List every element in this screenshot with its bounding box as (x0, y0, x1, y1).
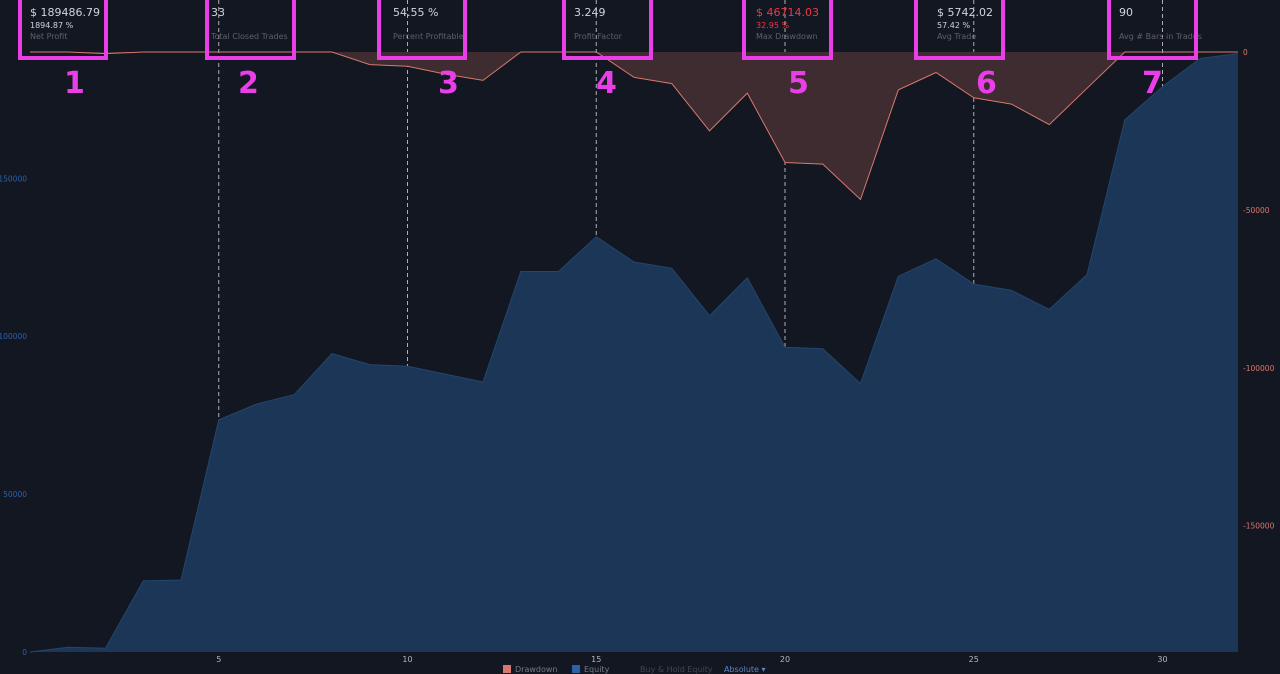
x-tick-label: 5 (216, 655, 221, 664)
legend-buy-hold[interactable]: Buy & Hold Equity (640, 665, 713, 674)
annotation-number: 2 (238, 66, 259, 101)
right-tick-label: -50000 (1243, 206, 1270, 215)
annotation-box (18, 0, 108, 60)
x-tick-label: 25 (969, 655, 979, 664)
annotation-box (742, 0, 833, 60)
right-tick-label: 0 (1243, 48, 1248, 57)
left-tick-label: 150000 (0, 174, 27, 183)
scale-mode-label: Absolute ▾ (724, 665, 766, 674)
x-tick-label: 20 (780, 655, 790, 664)
legend-label-equity: Equity (584, 665, 610, 674)
x-tick-label: 15 (591, 655, 601, 664)
annotation-number: 5 (788, 66, 809, 101)
drawdown-area (30, 52, 1238, 200)
chart-legend: Drawdown Equity Buy & Hold Equity Absolu… (0, 664, 1280, 674)
left-tick-label: 100000 (0, 332, 27, 341)
equity-series (29, 53, 1239, 653)
legend-label-buy-hold: Buy & Hold Equity (640, 665, 713, 674)
drawdown-series (30, 51, 1238, 201)
annotation-number: 3 (438, 66, 459, 101)
annotation-number: 4 (596, 66, 617, 101)
left-axis: 0 50000 100000 150000 (0, 174, 27, 657)
right-tick-label: -100000 (1243, 364, 1275, 373)
annotation-box (562, 0, 653, 60)
right-axis: 0 -50000 -100000 -150000 (1243, 48, 1275, 531)
annotation-number: 6 (976, 66, 997, 101)
right-tick-label: -150000 (1243, 522, 1275, 531)
legend-label-drawdown: Drawdown (515, 665, 558, 674)
equity-area (30, 53, 1238, 653)
scale-mode-dropdown[interactable]: Absolute ▾ (724, 665, 766, 674)
strategy-performance-chart: 0 50000 100000 150000 0 -50000 -100000 -150000… (0, 0, 1275, 664)
annotation-box (377, 0, 467, 60)
x-tick-label: 30 (1157, 655, 1167, 664)
legend-drawdown[interactable]: Drawdown (503, 665, 557, 674)
annotation-box (914, 0, 1005, 60)
annotation-box (205, 0, 296, 60)
x-axis: 5 10 15 20 25 30 (216, 655, 1167, 664)
x-tick-label: 10 (402, 655, 412, 664)
left-tick-label: 50000 (3, 490, 27, 499)
left-tick-label: 0 (22, 648, 27, 657)
legend-equity[interactable]: Equity (572, 665, 609, 674)
annotation-number: 7 (1142, 66, 1163, 101)
annotation-box (1107, 0, 1198, 60)
annotation-number: 1 (64, 66, 85, 101)
